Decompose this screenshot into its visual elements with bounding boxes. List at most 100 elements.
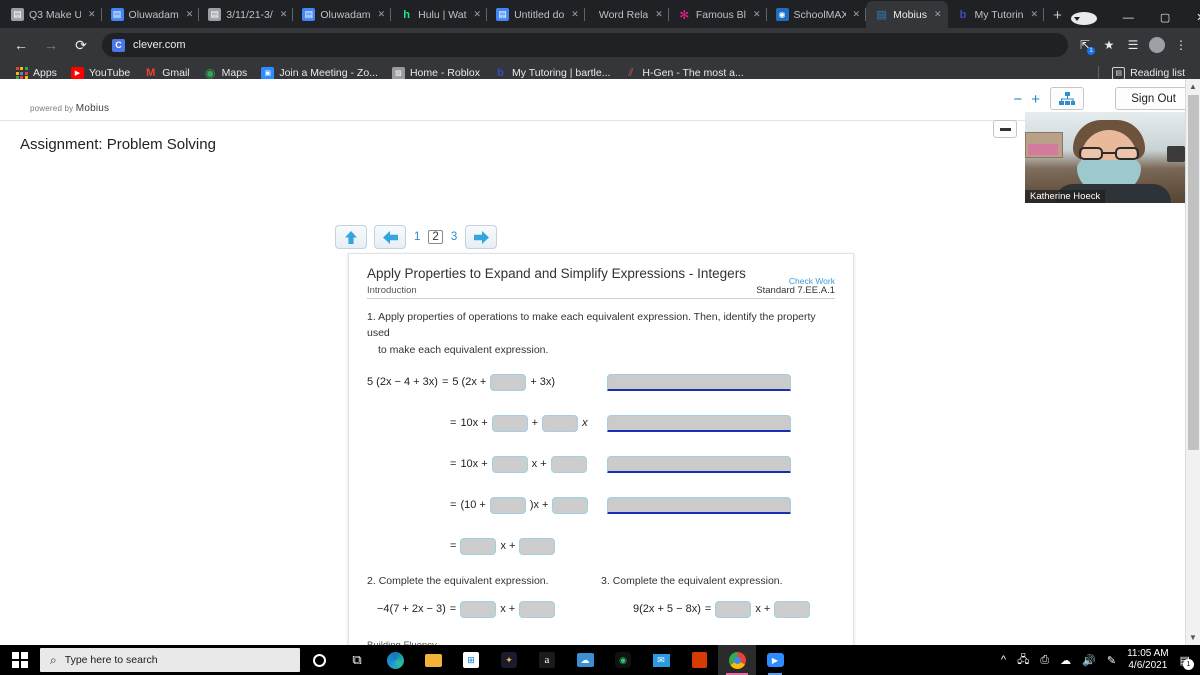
browser-tab[interactable]: ✻ Famous Bl ✕ bbox=[669, 1, 767, 28]
close-icon[interactable]: ✕ bbox=[186, 10, 194, 19]
network-icon[interactable]: 🖧 bbox=[1017, 651, 1029, 670]
equals-sign: = bbox=[441, 376, 449, 389]
back-button[interactable]: ← bbox=[8, 32, 34, 58]
onedrive-sync-icon[interactable]: ⎙ bbox=[1040, 654, 1049, 667]
task-view-icon[interactable]: ⧉ bbox=[338, 645, 376, 675]
close-icon[interactable]: ✕ bbox=[280, 10, 288, 19]
zoom-video-tile[interactable]: Katherine Hoeck bbox=[1025, 112, 1195, 203]
zoom-in-button[interactable]: + bbox=[1031, 91, 1040, 108]
page-scrollbar[interactable]: ▲ ▼ bbox=[1185, 79, 1200, 645]
zoom-app-icon[interactable]: ▶ bbox=[756, 645, 794, 675]
cortana-circle-icon[interactable] bbox=[300, 645, 338, 675]
window-controls: — ▢ ✕ bbox=[1070, 12, 1200, 28]
close-icon[interactable]: ✕ bbox=[571, 10, 579, 19]
minimize-button[interactable]: — bbox=[1110, 13, 1147, 24]
scroll-up-icon[interactable]: ▲ bbox=[1186, 79, 1200, 94]
answer-input-box[interactable] bbox=[519, 600, 556, 618]
clock[interactable]: 11:05 AM 4/6/2021 bbox=[1127, 648, 1169, 673]
chrome-menu-icon[interactable]: ⋮ bbox=[1170, 34, 1192, 56]
page-number-1[interactable]: 1 bbox=[413, 231, 421, 243]
reload-button[interactable]: ⟳ bbox=[68, 32, 94, 58]
close-icon[interactable]: ✕ bbox=[753, 10, 761, 19]
answer-input-box[interactable] bbox=[460, 600, 497, 618]
scroll-down-icon[interactable]: ▼ bbox=[1186, 630, 1200, 645]
expr-right-post: + 3x) bbox=[530, 376, 556, 389]
microsoft-store-icon[interactable]: ⊞ bbox=[452, 645, 490, 675]
notification-icon[interactable]: ▤1 bbox=[1180, 654, 1194, 670]
amazon-icon[interactable]: a bbox=[528, 645, 566, 675]
close-window-button[interactable]: ✕ bbox=[1183, 13, 1200, 24]
sign-out-button[interactable]: Sign Out bbox=[1115, 87, 1192, 110]
close-icon[interactable]: ✕ bbox=[853, 10, 861, 19]
chrome-update-icon[interactable] bbox=[1070, 12, 1097, 25]
pen-icon[interactable]: ✎ bbox=[1107, 654, 1116, 667]
browser-tab[interactable]: ▤ Oluwadam ✕ bbox=[293, 1, 391, 28]
answer-input-box[interactable] bbox=[542, 414, 579, 432]
answer-input-box[interactable] bbox=[715, 600, 752, 618]
browser-tab[interactable]: b My Tutorin ✕ bbox=[948, 1, 1045, 28]
sitemap-icon[interactable] bbox=[1050, 87, 1084, 110]
menu-list-icon[interactable]: ☰ bbox=[1122, 34, 1144, 56]
tray-chevron-icon[interactable]: ^ bbox=[1001, 654, 1006, 666]
property-dropdown[interactable] bbox=[607, 373, 791, 391]
browser-tab[interactable]: Word Rela ✕ bbox=[585, 1, 669, 28]
close-icon[interactable]: ✕ bbox=[655, 10, 663, 19]
onedrive-photos-icon[interactable]: ☁ bbox=[566, 645, 604, 675]
page-number-3[interactable]: 3 bbox=[450, 231, 458, 243]
page-number-2-current[interactable]: 2 bbox=[428, 230, 443, 244]
section-label: Introduction bbox=[367, 285, 417, 296]
star-icon[interactable]: ★ bbox=[1098, 34, 1120, 56]
arrow-up-icon[interactable] bbox=[335, 225, 367, 249]
property-dropdown[interactable] bbox=[607, 414, 791, 432]
answer-input-box[interactable] bbox=[519, 537, 556, 555]
minimize-icon[interactable] bbox=[993, 120, 1017, 138]
close-icon[interactable]: ✕ bbox=[474, 10, 482, 19]
answer-input-box[interactable] bbox=[490, 373, 527, 391]
search-input[interactable]: ⌕ Type here to search bbox=[40, 648, 300, 672]
answer-input-box[interactable] bbox=[491, 455, 528, 473]
answer-input-box[interactable] bbox=[489, 496, 526, 514]
browser-tab[interactable]: ▤ Oluwadam ✕ bbox=[102, 1, 200, 28]
equation-row-1: 5 (2x − 4 + 3x) = 5 (2x + + 3x) bbox=[367, 373, 835, 391]
answer-input-box[interactable] bbox=[550, 455, 587, 473]
answer-input-box[interactable] bbox=[460, 537, 497, 555]
edge-icon[interactable] bbox=[376, 645, 414, 675]
new-tab-button[interactable]: + bbox=[1044, 7, 1071, 24]
expr-left: 9(2x + 5 − 8x) bbox=[633, 603, 701, 616]
browser-tab[interactable]: ▤ Q3 Make U ✕ bbox=[2, 1, 102, 28]
browser-tab[interactable]: ▤ 3/11/21-3/ ✕ bbox=[199, 1, 294, 28]
scrollbar-thumb[interactable] bbox=[1188, 95, 1199, 450]
close-icon[interactable]: ✕ bbox=[378, 10, 386, 19]
windows-start-icon[interactable] bbox=[0, 645, 40, 675]
file-explorer-icon[interactable] bbox=[414, 645, 452, 675]
address-bar[interactable]: C clever.com bbox=[102, 33, 1068, 57]
browser-tab[interactable]: ▤ Untitled do ✕ bbox=[487, 1, 585, 28]
arrow-left-icon[interactable] bbox=[374, 225, 406, 249]
page-navigation: 1 2 3 bbox=[335, 225, 498, 249]
zoom-out-button[interactable]: − bbox=[1013, 91, 1022, 108]
answer-input-box[interactable] bbox=[552, 496, 589, 514]
browser-tab[interactable]: h Hulu | Wat ✕ bbox=[391, 1, 488, 28]
profile-avatar-icon[interactable] bbox=[1146, 34, 1168, 56]
chrome-icon[interactable] bbox=[718, 645, 756, 675]
cloud-icon[interactable]: ☁ bbox=[1060, 654, 1071, 667]
forward-button[interactable]: → bbox=[38, 32, 64, 58]
check-work-link[interactable]: Check Work bbox=[789, 276, 835, 286]
property-dropdown[interactable] bbox=[607, 496, 791, 514]
webcam-app-icon[interactable]: ◉ bbox=[604, 645, 642, 675]
browser-tab-active-mobius[interactable]: ▤ Mobius ✕ bbox=[866, 1, 948, 28]
volume-icon[interactable]: 🔊 bbox=[1082, 654, 1096, 667]
photos-icon[interactable]: ✦ bbox=[490, 645, 528, 675]
browser-tab[interactable]: ◉ SchoolMAX ✕ bbox=[767, 1, 867, 28]
maximize-button[interactable]: ▢ bbox=[1147, 13, 1183, 24]
share-icon[interactable]: ⇱ 1 bbox=[1074, 34, 1096, 56]
close-icon[interactable]: ✕ bbox=[88, 10, 96, 19]
mail-icon[interactable]: ✉ bbox=[642, 645, 680, 675]
property-dropdown[interactable] bbox=[607, 455, 791, 473]
close-icon[interactable]: ✕ bbox=[934, 10, 942, 19]
answer-input-box[interactable] bbox=[774, 600, 811, 618]
arrow-right-icon[interactable] bbox=[465, 225, 498, 249]
office-icon[interactable] bbox=[680, 645, 718, 675]
close-icon[interactable]: ✕ bbox=[1031, 10, 1039, 19]
answer-input-box[interactable] bbox=[491, 414, 528, 432]
